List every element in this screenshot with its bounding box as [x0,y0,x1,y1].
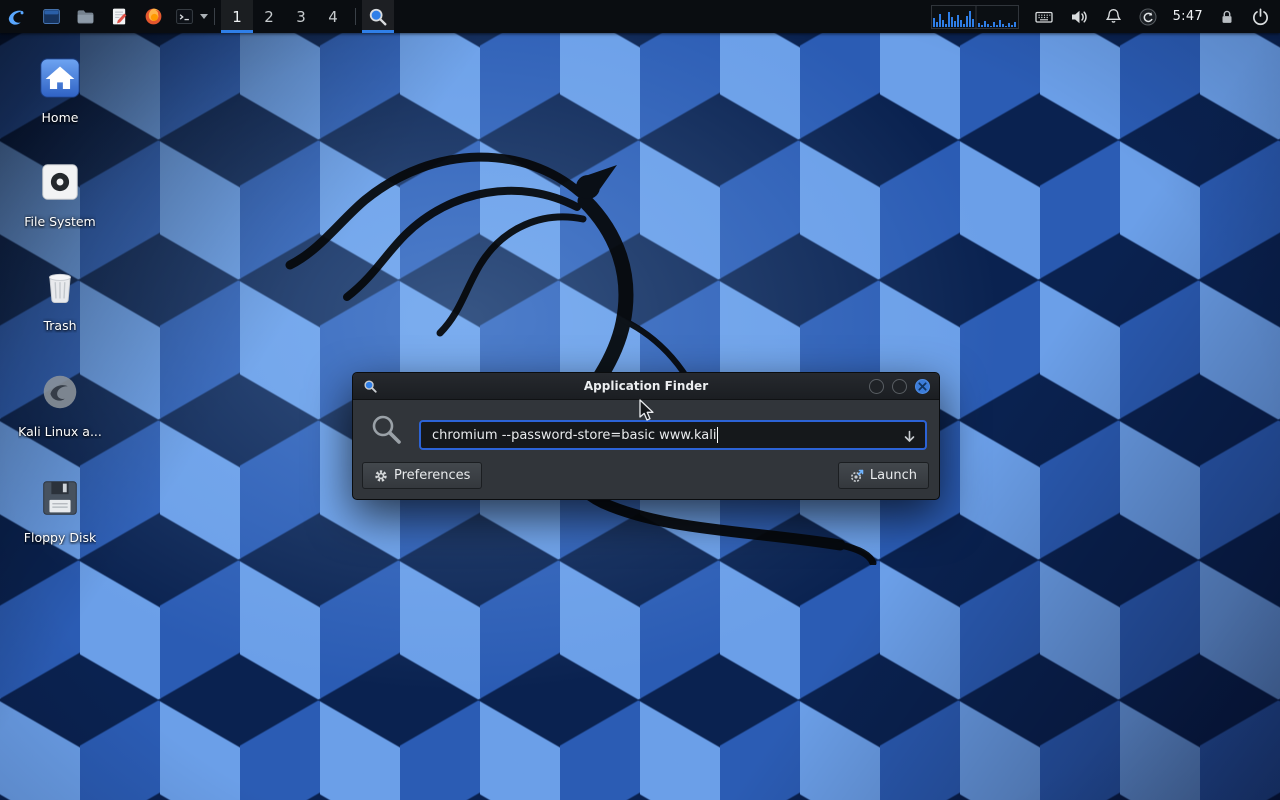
launcher-file-manager[interactable] [68,0,102,33]
power-icon[interactable] [1251,7,1270,26]
kali-menu-button[interactable] [0,0,34,33]
chevron-down-icon[interactable] [200,14,208,19]
lock-icon[interactable] [1218,8,1236,26]
desktop-icon-file-system[interactable]: File System [14,159,106,229]
notifications-bell-icon[interactable] [1104,7,1123,26]
panel-left-group: 1 2 3 4 [0,0,394,33]
window-title: Application Finder [353,379,939,393]
launcher-text-editor[interactable] [102,0,136,33]
workspace-2[interactable]: 2 [253,0,285,33]
desktop-icon-label: Floppy Disk [24,530,96,545]
workspace-3[interactable]: 3 [285,0,317,33]
separator [355,8,356,25]
desktop-icon-trash[interactable]: Trash [14,263,106,333]
desktop-icon-label: File System [24,214,96,229]
workspace-1[interactable]: 1 [221,0,253,33]
desktop-icon-floppy-disk[interactable]: Floppy Disk [14,475,106,545]
window-controls [869,379,939,394]
document-pen-icon [109,6,130,27]
dialog-body: chromium --password-store=basic www.kali… [353,400,939,499]
command-input-value: chromium --password-store=basic www.kali [432,428,716,443]
firefox-icon [143,6,164,27]
updates-icon[interactable] [1138,7,1158,27]
launcher-terminal[interactable] [170,0,198,33]
kali-docs-icon [37,369,83,415]
launch-label: Launch [870,468,917,483]
clock[interactable]: 5:47 [1173,9,1203,24]
home-icon [37,55,83,101]
history-dropdown-icon[interactable] [902,429,917,445]
desktop-icon-home[interactable]: Home [14,55,106,125]
app-finder-icon [368,7,388,27]
launch-icon [850,469,864,483]
application-finder-window: Application Finder chromium --password-s… [352,372,940,500]
command-input[interactable]: chromium --password-store=basic www.kali [419,420,927,450]
search-icon [370,413,404,451]
launcher-firefox[interactable] [136,0,170,33]
workspace-4[interactable]: 4 [317,0,349,33]
text-caret [717,427,718,443]
launcher-window[interactable] [34,0,68,33]
taskbar-application-finder[interactable] [362,0,394,33]
filesystem-icon [37,159,83,205]
desktop-icon-label: Home [42,110,79,125]
workspace-3-label: 3 [296,8,306,26]
close-button[interactable] [915,379,930,394]
window-icon [41,6,62,27]
top-panel: 1 2 3 4 5:4 [0,0,1280,33]
folder-icon [75,6,96,27]
minimize-button[interactable] [869,379,884,394]
workspace-4-label: 4 [328,8,338,26]
volume-icon[interactable] [1069,7,1089,27]
launch-button[interactable]: Launch [838,462,929,489]
keyboard-icon[interactable] [1034,7,1054,27]
app-finder-window-icon [363,379,378,394]
preferences-label: Preferences [394,468,470,483]
workspace-1-label: 1 [232,8,242,26]
maximize-button[interactable] [892,379,907,394]
kali-logo-icon [6,6,28,28]
panel-tray: 5:47 [931,0,1280,33]
titlebar[interactable]: Application Finder [353,373,939,400]
floppy-icon [37,475,83,521]
desktop-icon-label: Kali Linux a... [18,424,102,439]
trash-icon [37,263,83,309]
separator [214,8,215,25]
terminal-icon [174,6,195,27]
workspace-2-label: 2 [264,8,274,26]
button-row: Preferences Launch [362,462,929,489]
cpu-graph[interactable] [931,5,1019,29]
desktop-icon-kali-docs[interactable]: Kali Linux a... [14,369,106,439]
gear-icon [374,469,388,483]
close-icon [918,382,927,391]
desktop-icon-label: Trash [43,318,76,333]
preferences-button[interactable]: Preferences [362,462,482,489]
